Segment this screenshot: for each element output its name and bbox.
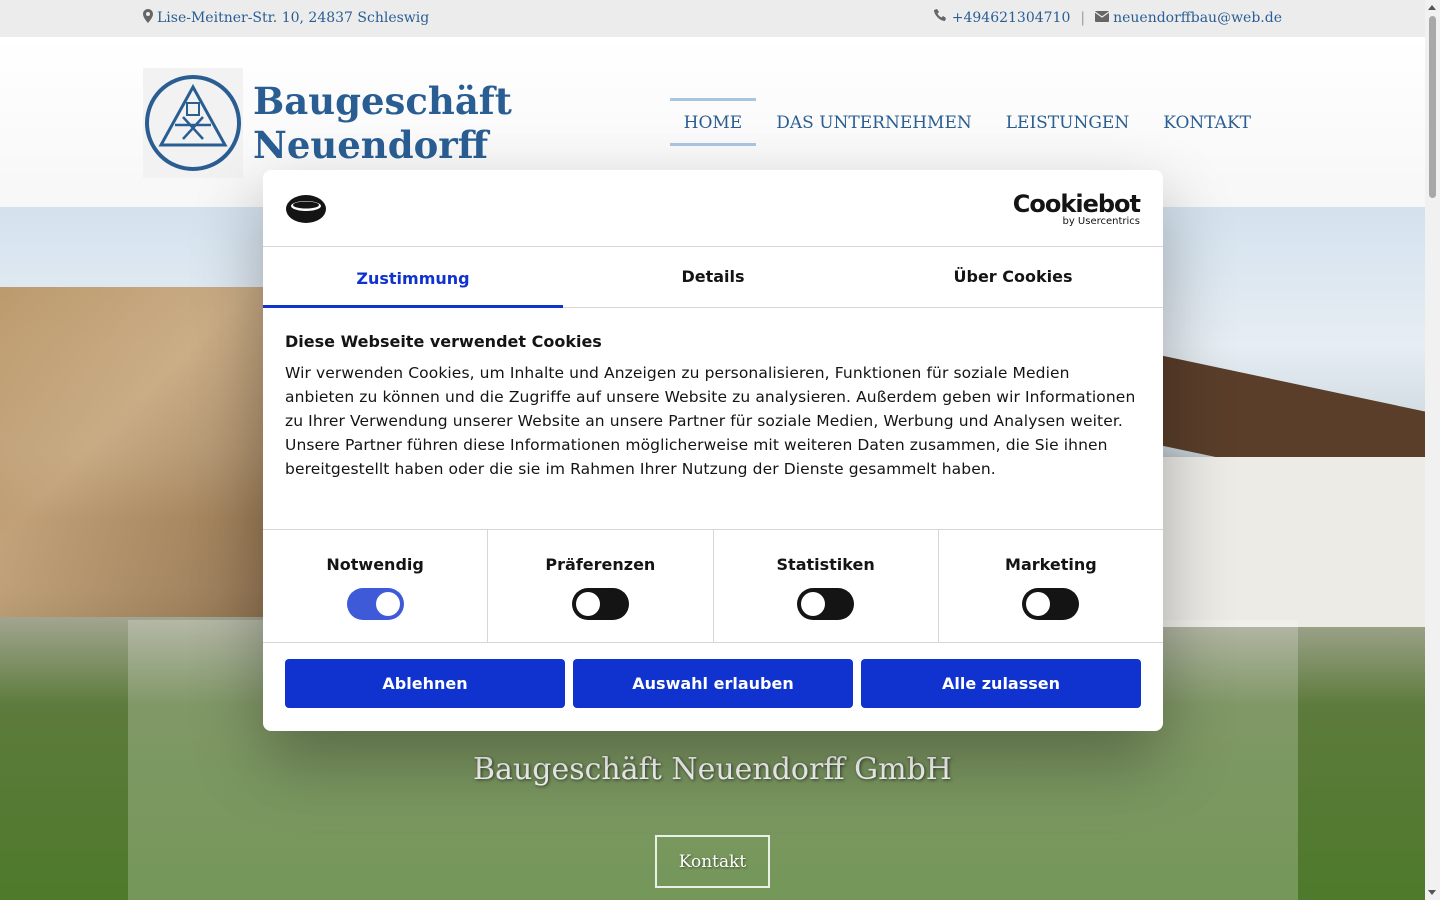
category-label: Präferenzen: [545, 555, 656, 574]
category-praeferenzen: Präferenzen: [488, 530, 714, 642]
hero-photo-building-left: [0, 287, 300, 617]
category-statistiken: Statistiken: [714, 530, 939, 642]
cookie-text: Wir verwenden Cookies, um Inhalte und An…: [285, 364, 1136, 478]
toggle-praeferenzen[interactable]: [571, 588, 629, 620]
tab-details[interactable]: Details: [563, 247, 863, 307]
nav-leistungen[interactable]: LEISTUNGEN: [992, 98, 1143, 146]
category-label: Notwendig: [326, 555, 424, 574]
logo-text: Baugeschäft Neuendorff: [253, 79, 512, 167]
cookie-category-switches: Notwendig Präferenzen Statistiken Market…: [263, 530, 1163, 643]
cookie-tabs: Zustimmung Details Über Cookies: [263, 247, 1163, 308]
envelope-icon: [1094, 10, 1110, 26]
allow-selection-button[interactable]: Auswahl erlauben: [573, 659, 853, 708]
address-text: Lise-Meitner-Str. 10, 24837 Schleswig: [157, 10, 430, 26]
cookie-description: Diese Webseite verwendet Cookies Wir ver…: [263, 308, 1163, 530]
nav-home[interactable]: HOME: [669, 98, 757, 146]
decline-button[interactable]: Ablehnen: [285, 659, 565, 708]
nav-kontakt[interactable]: KONTAKT: [1149, 98, 1265, 146]
page-scrollbar[interactable]: [1425, 0, 1440, 900]
cookie-logo-icon: [285, 194, 327, 228]
address: Lise-Meitner-Str. 10, 24837 Schleswig: [143, 9, 429, 27]
logo-line-2: Neuendorff: [253, 123, 489, 167]
nav-das-unternehmen[interactable]: DAS UNTERNEHMEN: [762, 98, 986, 146]
toggle-marketing[interactable]: [1022, 588, 1080, 620]
tab-ueber-cookies[interactable]: Über Cookies: [863, 247, 1163, 307]
category-marketing: Marketing: [939, 530, 1163, 642]
logo-emblem-icon: [143, 68, 243, 178]
toggle-knob: [1026, 592, 1051, 616]
category-label: Statistiken: [776, 555, 875, 574]
toggle-knob: [575, 592, 600, 616]
site-logo[interactable]: Baugeschäft Neuendorff: [143, 68, 512, 178]
separator: |: [1080, 10, 1086, 26]
cookiebot-brand-name: Cookiebot: [1012, 190, 1141, 218]
cookie-heading: Diese Webseite verwendet Cookies: [285, 332, 602, 351]
toggle-knob: [801, 592, 826, 616]
category-label: Marketing: [1005, 555, 1097, 574]
hero-title: Baugeschäft Neuendorff GmbH: [473, 752, 952, 787]
cookie-consent-dialog: Cookiebot by Usercentrics Zustimmung Det…: [263, 170, 1163, 731]
allow-all-button[interactable]: Alle zulassen: [861, 659, 1141, 708]
toggle-knob: [375, 592, 400, 616]
contact-info: +494621304710 | neuendorffbau@web.de: [933, 9, 1282, 27]
cookie-buttons: Ablehnen Auswahl erlauben Alle zulassen: [263, 643, 1163, 724]
map-marker-icon: [143, 9, 153, 27]
toggle-notwendig[interactable]: [346, 588, 404, 620]
scroll-up-arrow-icon[interactable]: [1428, 5, 1436, 10]
category-notwendig: Notwendig: [263, 530, 489, 642]
scrollbar-thumb[interactable]: [1429, 16, 1436, 198]
phone-icon: [933, 9, 948, 27]
logo-line-1: Baugeschäft: [253, 79, 512, 123]
cookiebot-brand[interactable]: Cookiebot by Usercentrics: [1012, 190, 1141, 228]
hero-contact-button[interactable]: Kontakt: [655, 835, 770, 888]
phone-link[interactable]: +494621304710: [952, 10, 1071, 26]
email-link[interactable]: neuendorffbau@web.de: [1113, 10, 1282, 26]
cookie-dialog-header: Cookiebot by Usercentrics: [263, 170, 1163, 247]
toggle-statistiken[interactable]: [797, 588, 855, 620]
scroll-down-arrow-icon[interactable]: [1428, 890, 1436, 895]
tab-zustimmung[interactable]: Zustimmung: [263, 247, 563, 308]
main-navigation: HOME DAS UNTERNEHMEN LEISTUNGEN KONTAKT: [664, 98, 1265, 146]
top-info-bar: Lise-Meitner-Str. 10, 24837 Schleswig +4…: [0, 0, 1425, 37]
